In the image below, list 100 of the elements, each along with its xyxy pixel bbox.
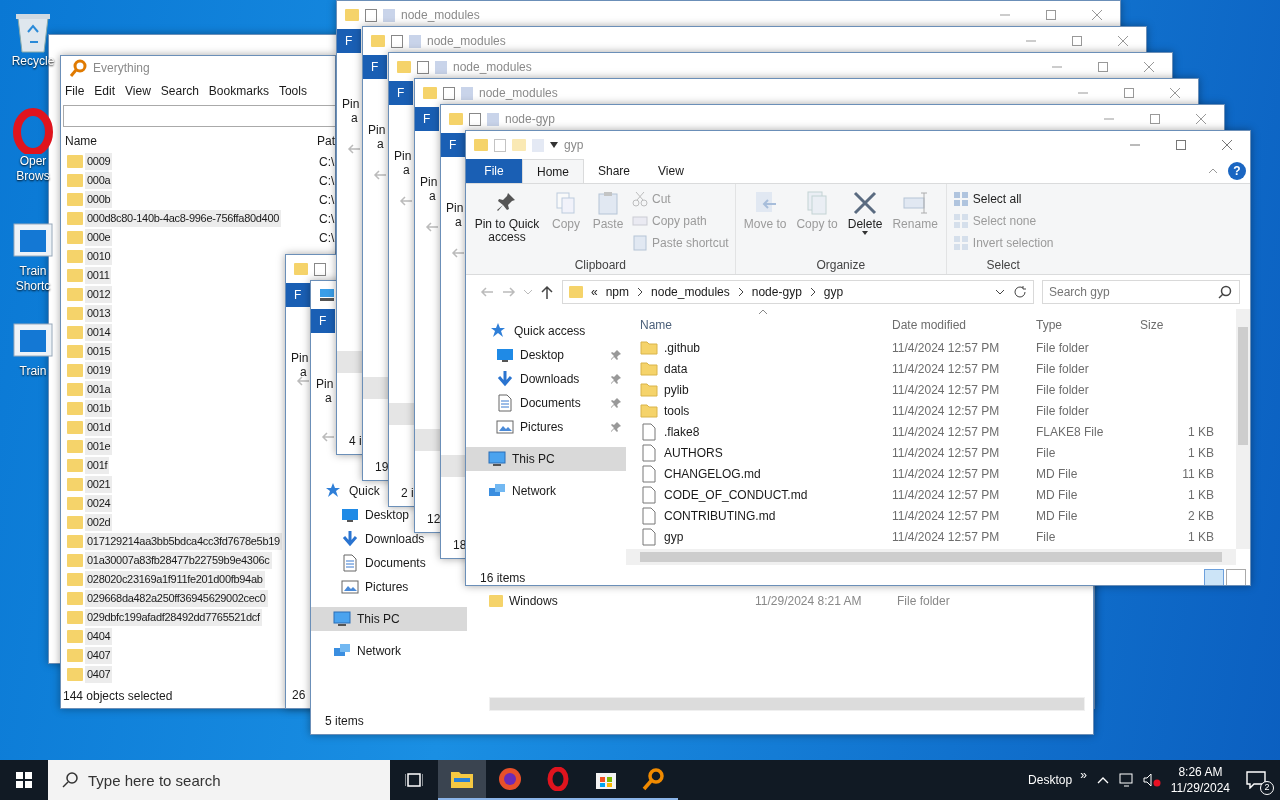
- clock-date[interactable]: 11/29/2024: [1170, 780, 1230, 796]
- toolbar-label[interactable]: Desktop: [1028, 771, 1073, 789]
- column-header[interactable]: Name: [65, 132, 317, 150]
- ribbon-tab[interactable]: File: [466, 159, 522, 183]
- file-name[interactable]: 0012: [85, 286, 113, 303]
- horizontal-scrollbar[interactable]: [626, 549, 1236, 565]
- file-name[interactable]: 0015: [85, 343, 113, 360]
- ribbon-tab[interactable]: View: [644, 159, 698, 183]
- selected-row[interactable]: [337, 351, 363, 373]
- menu-item[interactable]: Search: [160, 82, 199, 100]
- clock-time[interactable]: 8:26 AM: [1178, 764, 1223, 780]
- checkbox-icon[interactable]: [469, 112, 481, 126]
- column-header[interactable]: Date modified: [886, 316, 1030, 334]
- network-icon[interactable]: [1118, 773, 1135, 787]
- nav-item[interactable]: Downloads: [311, 527, 429, 551]
- file-name[interactable]: 0013: [85, 305, 113, 322]
- up-arrow-icon[interactable]: [540, 285, 554, 299]
- file-name[interactable]: 0407: [85, 666, 113, 683]
- file-name[interactable]: 0407: [85, 647, 113, 664]
- file-name[interactable]: 000d8c80-140b-4ac8-996e-756ffa80d400: [85, 210, 282, 227]
- horizontal-scrollbar[interactable]: [489, 697, 1085, 711]
- selected-row[interactable]: [441, 455, 467, 477]
- file-name[interactable]: 002d: [85, 514, 113, 531]
- help-button[interactable]: ?: [1228, 162, 1246, 180]
- breadcrumb[interactable]: node_modules: [651, 283, 730, 301]
- pin-icon[interactable]: [610, 397, 622, 409]
- file-name[interactable]: 0011: [85, 267, 112, 284]
- ribbon-tab[interactable]: Share: [584, 159, 645, 183]
- file-name[interactable]: 001e: [85, 438, 113, 455]
- back-arrow-icon[interactable]: [296, 375, 310, 387]
- selected-row[interactable]: [363, 377, 389, 399]
- file-name[interactable]: Windows: [509, 591, 755, 610]
- partial-tab[interactable]: F: [337, 29, 361, 53]
- checkbox-icon[interactable]: [365, 8, 377, 22]
- menu-item[interactable]: Edit: [94, 82, 116, 100]
- file-name[interactable]: tools: [664, 401, 690, 420]
- ring-logo-icon[interactable]: [10, 108, 56, 154]
- refresh-icon[interactable]: [1013, 285, 1027, 299]
- pin-icon[interactable]: [610, 349, 622, 361]
- nav-item[interactable]: Quick: [311, 479, 384, 503]
- collapse-caret-icon[interactable]: [1208, 168, 1218, 174]
- nav-item[interactable]: This PC: [466, 447, 626, 471]
- file-name[interactable]: 001a: [85, 381, 113, 398]
- file-name[interactable]: 029dbfc199afadf28492dd7765521dcf: [85, 609, 262, 626]
- file-name[interactable]: 029668da482a250ff36945629002cec0: [85, 590, 268, 607]
- file-name[interactable]: 0010: [85, 248, 113, 265]
- file-name[interactable]: AUTHORS: [664, 443, 723, 462]
- file-name[interactable]: 001f: [85, 457, 110, 474]
- search-field[interactable]: Type here to search: [48, 760, 390, 800]
- file-name[interactable]: pylib: [664, 380, 689, 399]
- file-name[interactable]: 0014: [85, 324, 113, 341]
- nav-item[interactable]: Quick access: [466, 319, 626, 343]
- chevron-up-icon[interactable]: [1096, 776, 1109, 784]
- nav-item[interactable]: Documents: [311, 551, 430, 575]
- checkbox-icon[interactable]: [443, 86, 455, 100]
- file-name[interactable]: gyp: [664, 527, 684, 546]
- checkbox-icon[interactable]: [314, 262, 326, 276]
- partial-tab[interactable]: F: [441, 133, 465, 157]
- breadcrumb[interactable]: «: [591, 283, 598, 301]
- muted-speaker-icon[interactable]: [1142, 773, 1161, 787]
- column-header[interactable]: Type: [1030, 316, 1140, 334]
- menu-item[interactable]: Tools: [278, 82, 307, 100]
- notification-icon[interactable]: [1246, 771, 1266, 789]
- file-name[interactable]: .github: [664, 338, 701, 357]
- file-name[interactable]: 028020c23169a1f911fe201d00fb94ab: [85, 571, 265, 588]
- breadcrumb[interactable]: gyp: [823, 283, 844, 301]
- details-view-button[interactable]: [1204, 569, 1224, 585]
- file-name[interactable]: CONTRIBUTING.md: [664, 506, 776, 525]
- column-header[interactable]: Pat: [317, 132, 335, 150]
- ribbon-button[interactable]: Delete: [843, 188, 887, 256]
- icon-label[interactable]: Oper: [19, 154, 47, 169]
- address-bar[interactable]: « npm node_modules node-gyp gyp: [562, 280, 1034, 304]
- icon-label[interactable]: Train: [19, 264, 47, 279]
- search-field[interactable]: Search gyp: [1042, 280, 1240, 304]
- ribbon-tab[interactable]: Home: [522, 159, 584, 183]
- dropdown-arrow-icon[interactable]: [550, 142, 558, 148]
- pin-icon[interactable]: [610, 421, 622, 433]
- file-name[interactable]: 0019: [85, 362, 113, 379]
- vertical-scrollbar[interactable]: [1236, 309, 1250, 549]
- file-name[interactable]: 0021: [85, 476, 113, 493]
- ribbon-button[interactable]: Pin to Quick access: [470, 188, 544, 256]
- forward-arrow-icon[interactable]: [502, 286, 516, 298]
- file-name[interactable]: data: [664, 359, 688, 378]
- file-name[interactable]: 001d: [85, 419, 113, 436]
- nav-item[interactable]: Desktop: [466, 343, 626, 367]
- icon-label[interactable]: Train: [19, 364, 47, 379]
- file-name[interactable]: .flake8: [664, 422, 700, 441]
- file-name[interactable]: 000e: [85, 229, 113, 246]
- file-name[interactable]: CODE_OF_CONDUCT.md: [664, 485, 808, 504]
- nav-item[interactable]: This PC: [311, 607, 467, 631]
- checkbox-icon[interactable]: [494, 138, 506, 152]
- partial-tab[interactable]: F: [363, 55, 387, 79]
- file-name[interactable]: 01a30007a83fb28477b22759b9e4306c: [85, 552, 272, 569]
- nav-item[interactable]: Desktop: [311, 503, 414, 527]
- file-name[interactable]: 000a: [85, 172, 113, 189]
- menu-item[interactable]: Bookmarks: [208, 82, 269, 100]
- file-name[interactable]: 000b: [85, 191, 113, 208]
- partial-tab[interactable]: F: [415, 107, 439, 131]
- menu-item[interactable]: File: [65, 82, 85, 100]
- nav-item[interactable]: Documents: [466, 391, 626, 415]
